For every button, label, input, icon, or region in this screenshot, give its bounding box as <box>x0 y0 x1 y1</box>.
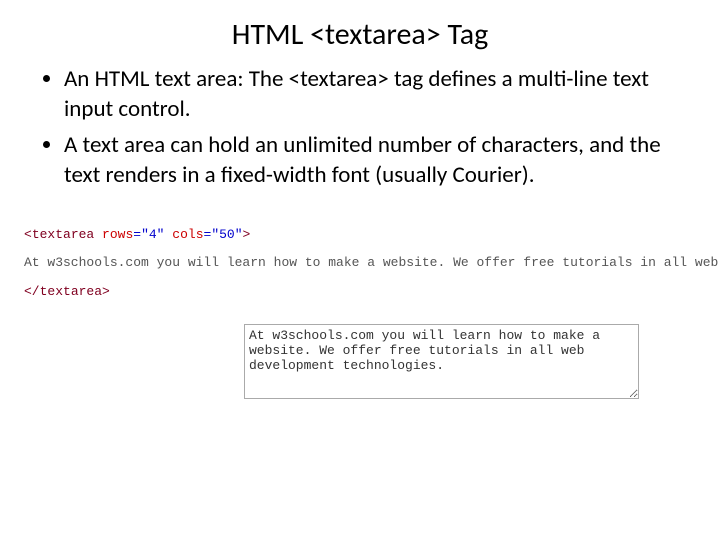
attr-name: rows <box>102 227 133 242</box>
attr-value: "4" <box>141 227 164 242</box>
space <box>94 227 102 242</box>
textarea-output-wrap <box>244 324 696 404</box>
angle-bracket: > <box>243 227 251 242</box>
slide-title: HTML <textarea> Tag <box>24 16 696 53</box>
code-line-close: </textarea> <box>24 278 696 307</box>
code-line-open: <textarea rows="4" cols="50"> <box>24 221 696 250</box>
code-sample: <textarea rows="4" cols="50"> At w3schoo… <box>24 221 696 307</box>
equals: = <box>133 227 141 242</box>
tag-name: textarea <box>32 227 94 242</box>
code-line-body: At w3schools.com you will learn how to m… <box>24 249 696 278</box>
angle-bracket: < <box>24 227 32 242</box>
list-item: A text area can hold an unlimited number… <box>64 131 696 191</box>
list-item: An HTML text area: The <textarea> tag de… <box>64 65 696 125</box>
attr-name: cols <box>172 227 203 242</box>
angle-bracket: > <box>102 284 110 299</box>
attr-value: "50" <box>211 227 242 242</box>
tag-name: textarea <box>40 284 102 299</box>
angle-bracket: </ <box>24 284 40 299</box>
bullet-list: An HTML text area: The <textarea> tag de… <box>24 65 696 191</box>
textarea-demo[interactable] <box>244 324 639 399</box>
